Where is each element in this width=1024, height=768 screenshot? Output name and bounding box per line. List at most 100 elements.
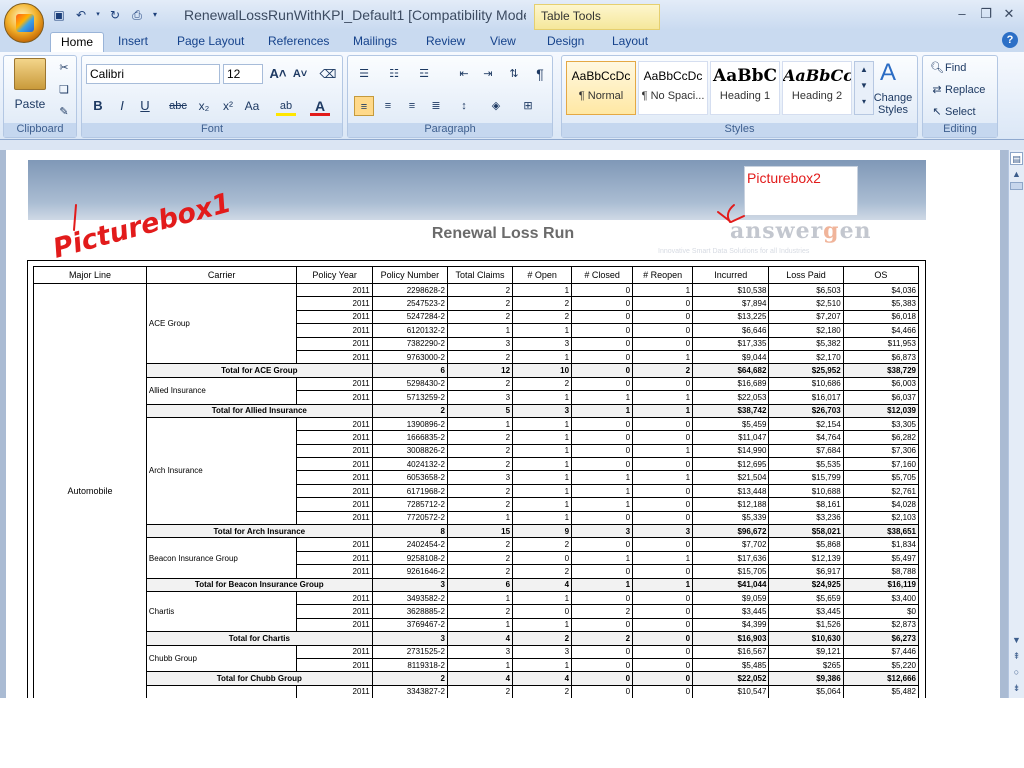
change-styles-button[interactable]: Change Styles xyxy=(870,92,916,116)
shading-icon[interactable]: ◈ xyxy=(486,96,506,116)
change-styles-icon[interactable]: A xyxy=(878,59,898,87)
bold-icon[interactable]: B xyxy=(88,96,108,116)
format-painter-icon[interactable]: ✎ xyxy=(54,102,74,122)
table-cell: $7,207 xyxy=(768,309,844,325)
paste-icon[interactable] xyxy=(14,58,46,90)
customize-qat-icon[interactable]: ▾ xyxy=(150,6,160,24)
help-icon[interactable]: ? xyxy=(1002,32,1018,48)
next-page-icon[interactable]: ⇟ xyxy=(1010,682,1023,695)
replace-icon[interactable]: ⇄ xyxy=(927,80,947,100)
table-cell: $6,503 xyxy=(768,282,844,298)
multilevel-list-icon[interactable]: ☲ xyxy=(414,64,434,84)
table-cell: $16,567 xyxy=(692,644,770,659)
close-icon[interactable]: ✕ xyxy=(999,6,1019,22)
minimize-icon[interactable]: – xyxy=(952,6,972,22)
table-row: Allied Insurance 2011 5298430-2 2 2 0 0 $16,689… xyxy=(34,376,920,405)
table-cell: 3008826-2 xyxy=(371,443,448,459)
paste-button[interactable]: Paste xyxy=(10,94,50,114)
styles-group: AaBbCcDc ¶ Normal AaBbCcDc ¶ No Spaci... A… xyxy=(561,55,918,138)
scroll-thumb[interactable] xyxy=(1010,182,1023,190)
table-cell: $3,445 xyxy=(692,604,770,619)
bullets-icon[interactable]: ☰ xyxy=(354,64,374,84)
show-marks-icon[interactable]: ¶ xyxy=(530,64,550,84)
find-button[interactable]: Find xyxy=(945,58,966,78)
tab-design[interactable]: Design xyxy=(547,32,584,52)
tab-references[interactable]: References xyxy=(268,32,329,52)
select-icon[interactable]: ↖ xyxy=(927,102,947,122)
grow-font-icon[interactable]: A˄ xyxy=(268,64,288,84)
table-cell: 2011 xyxy=(296,443,373,459)
decrease-indent-icon[interactable]: ⇤ xyxy=(454,64,474,84)
find-icon[interactable]: 🔍︎ xyxy=(927,58,947,78)
total-label-cell: Total for Chubb Group xyxy=(145,671,373,686)
borders-icon[interactable]: ⊞ xyxy=(518,96,538,116)
replace-button[interactable]: Replace xyxy=(945,80,985,100)
scroll-up-icon[interactable]: ▲ xyxy=(1010,168,1023,181)
total-value-cell: 0 xyxy=(632,631,694,646)
subscript-icon[interactable]: x₂ xyxy=(194,96,214,116)
italic-icon[interactable]: I xyxy=(112,96,132,116)
scroll-down-icon[interactable]: ▼ xyxy=(1010,634,1023,647)
sort-icon[interactable]: ⇅ xyxy=(504,64,524,84)
tab-view[interactable]: View xyxy=(490,32,516,52)
browse-object-icon[interactable]: ○ xyxy=(1010,666,1023,679)
table-cell: 0 xyxy=(632,376,694,392)
table-cell: 1 xyxy=(632,550,694,566)
table-row: Automobile ACE Group 2011 2298628-2 2 1 0 1 $10,… xyxy=(33,282,920,698)
clear-formatting-icon[interactable]: ⌫ xyxy=(318,64,338,84)
select-button[interactable]: Select xyxy=(945,102,976,122)
style-normal[interactable]: AaBbCcDc ¶ Normal xyxy=(566,61,636,115)
redo-icon[interactable]: ↻ xyxy=(106,6,124,24)
picturebox2-placeholder[interactable]: Picturebox2 xyxy=(744,166,858,216)
increase-indent-icon[interactable]: ⇥ xyxy=(478,64,498,84)
vertical-scrollbar[interactable]: ▤ ▲ ▼ ⇞ ○ ⇟ xyxy=(1008,150,1024,698)
strikethrough-icon[interactable]: abc xyxy=(168,96,188,116)
tab-review[interactable]: Review xyxy=(426,32,465,52)
office-button[interactable] xyxy=(4,3,44,43)
style-heading-1[interactable]: AaBbC Heading 1 xyxy=(710,61,780,115)
align-center-icon[interactable]: ≡ xyxy=(378,96,398,116)
undo-icon[interactable]: ↶ xyxy=(72,6,90,24)
style-no-spacing[interactable]: AaBbCcDc ¶ No Spaci... xyxy=(638,61,708,115)
style-heading-2[interactable]: AaBbCc Heading 2 xyxy=(782,61,852,115)
table-cell: 0 xyxy=(512,604,573,619)
justify-icon[interactable]: ≣ xyxy=(426,96,446,116)
document-area: Picturebox2 answergen Innovative Smart D… xyxy=(0,150,1008,698)
total-value-cell: $96,672 xyxy=(692,524,770,539)
tab-mailings[interactable]: Mailings xyxy=(353,32,397,52)
table-cell: 1 xyxy=(512,349,573,365)
copy-icon[interactable]: ❏ xyxy=(54,80,74,100)
align-left-icon[interactable]: ≡ xyxy=(354,96,374,116)
font-name-combo[interactable]: Calibri xyxy=(86,64,220,84)
ruler-toggle-icon[interactable]: ▤ xyxy=(1010,152,1023,165)
print-preview-icon[interactable]: ⎙ xyxy=(128,6,146,24)
font-color-icon[interactable]: A xyxy=(310,96,330,116)
tab-insert[interactable]: Insert xyxy=(118,32,148,52)
table-cell: 9258108-2 xyxy=(371,550,448,566)
line-spacing-icon[interactable]: ↕ xyxy=(454,96,474,116)
tab-layout[interactable]: Layout xyxy=(612,32,648,52)
change-case-icon[interactable]: Aa xyxy=(242,96,262,116)
tab-page-layout[interactable]: Page Layout xyxy=(177,32,244,52)
cut-icon[interactable]: ✂ xyxy=(54,58,74,78)
total-value-cell: $24,925 xyxy=(768,577,844,592)
table-cell: $5,383 xyxy=(842,296,920,311)
ruler-strip xyxy=(0,140,1024,150)
shrink-font-icon[interactable]: A˅ xyxy=(290,64,310,84)
save-icon[interactable]: ▣ xyxy=(50,6,68,24)
superscript-icon[interactable]: x² xyxy=(218,96,238,116)
underline-icon[interactable]: U xyxy=(135,96,155,116)
font-size-combo[interactable]: 12 xyxy=(223,64,263,84)
tab-home[interactable]: Home xyxy=(50,32,105,52)
table-cell: $9,121 xyxy=(768,644,844,659)
table-cell: 0 xyxy=(571,537,634,552)
numbering-icon[interactable]: ☷ xyxy=(384,64,404,84)
highlight-icon[interactable]: ab xyxy=(276,96,296,116)
previous-page-icon[interactable]: ⇞ xyxy=(1010,650,1023,663)
table-cell: 2011 xyxy=(296,349,373,365)
restore-icon[interactable]: ❐ xyxy=(976,6,996,22)
table-cell: 5713259-2 xyxy=(371,390,448,405)
undo-dropdown-icon[interactable]: ▾ xyxy=(94,6,102,24)
table-cell: 7382290-2 xyxy=(371,336,448,351)
align-right-icon[interactable]: ≡ xyxy=(402,96,422,116)
